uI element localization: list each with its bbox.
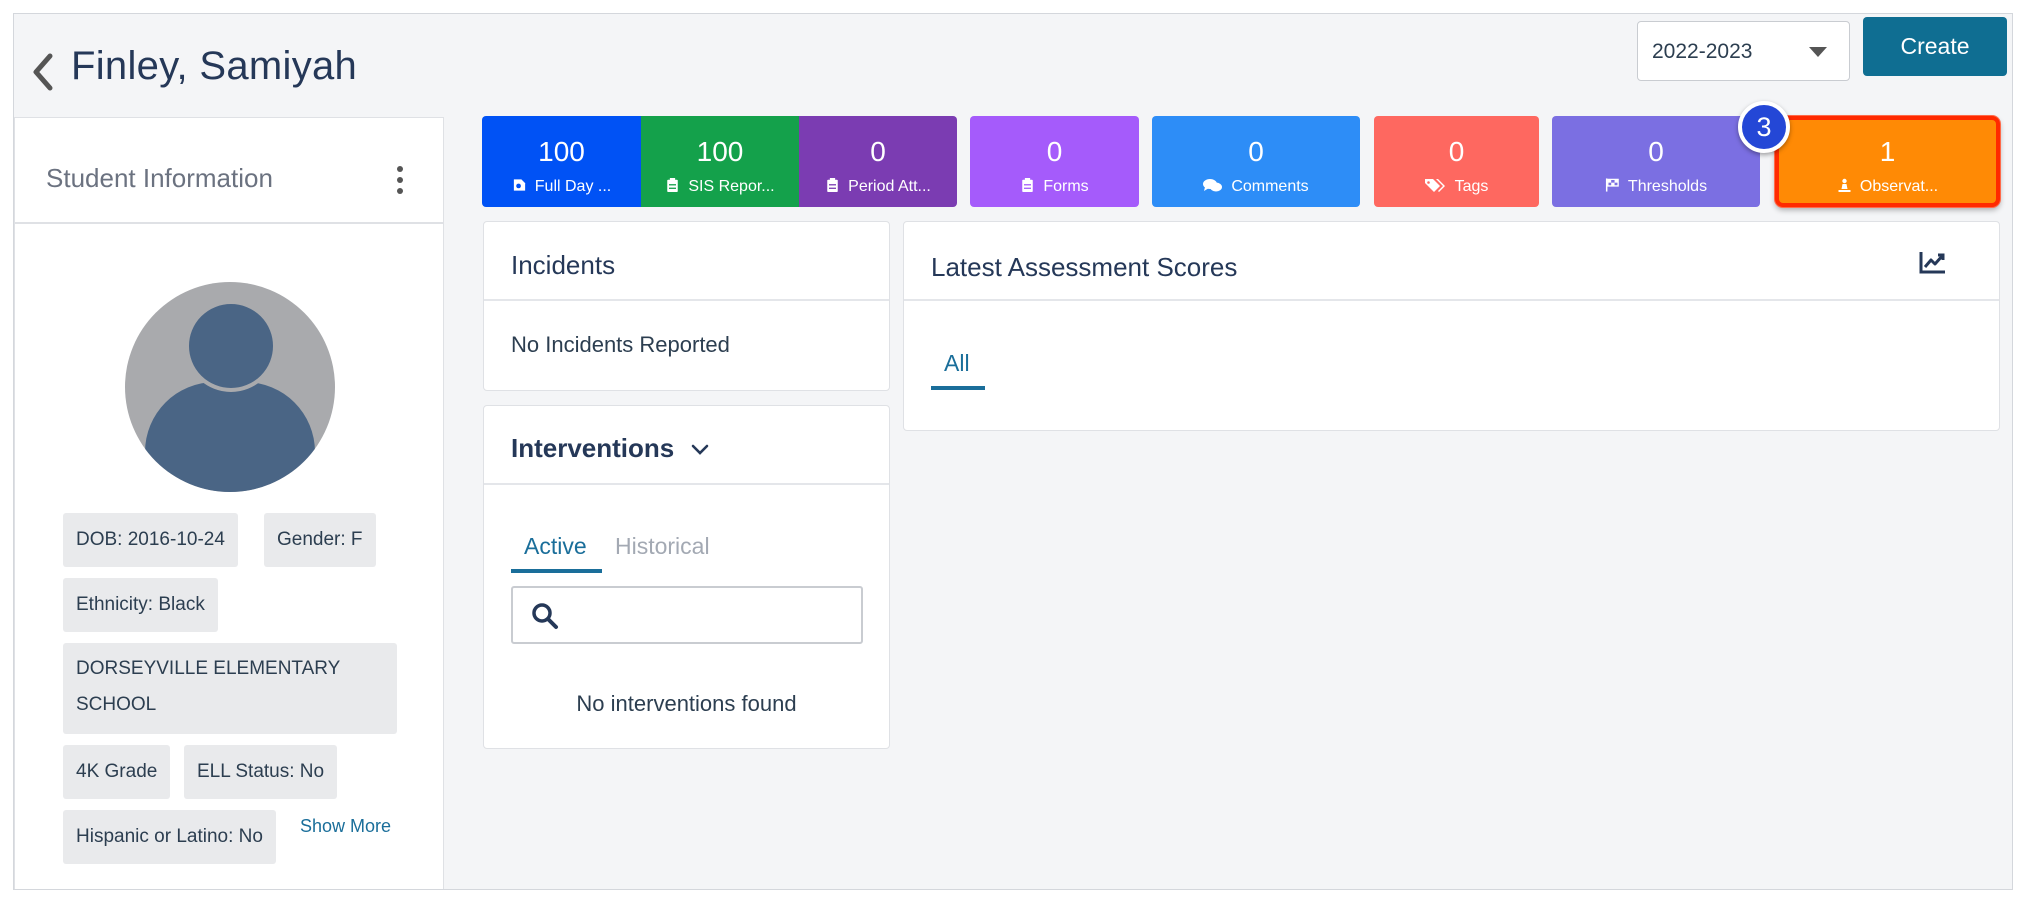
grade-chip: 4K Grade <box>63 745 171 799</box>
search-icon <box>532 603 558 629</box>
tile-comments[interactable]: 0 Comments <box>1152 116 1360 207</box>
tile-label: Full Day ... <box>534 178 612 195</box>
ethnicity-chip: Ethnicity: Black <box>63 578 218 632</box>
ell-chip: ELL Status: No <box>184 745 338 799</box>
clipboard-icon <box>827 178 838 192</box>
tile-label: Thresholds <box>1627 178 1708 195</box>
line-chart-icon[interactable] <box>1919 250 1947 274</box>
student-info-panel: Student Information DOB: 2016-10-24 Gend… <box>14 117 444 889</box>
tile-label: Period Att... <box>848 178 931 195</box>
tab-all-underline <box>931 386 985 390</box>
interventions-empty-message: No interventions found <box>576 691 797 716</box>
interventions-title: Interventions <box>511 433 675 463</box>
gender-chip: Gender: F <box>264 513 376 567</box>
tile-sis-reported[interactable]: 100 SIS Repor... <box>641 116 799 207</box>
tab-all[interactable]: All <box>944 350 970 377</box>
flag-icon <box>1605 178 1619 192</box>
assessment-title: Latest Assessment Scores <box>931 252 1238 282</box>
tile-value: 1 <box>1879 136 1896 167</box>
school-year-value: 2022-2023 <box>1652 40 1753 63</box>
tile-value: 100 <box>538 136 585 167</box>
tile-thresholds[interactable]: 0 Thresholds <box>1552 116 1760 207</box>
tile-label: Comments <box>1231 178 1309 195</box>
app-frame: Finley, Samiyah 2022-2023 Create Student… <box>13 13 2013 890</box>
tile-value: 0 <box>1248 136 1264 167</box>
dob-chip: DOB: 2016-10-24 <box>63 513 238 567</box>
step-badge: 3 <box>1738 101 1790 153</box>
tab-active-underline <box>511 569 602 573</box>
observation-icon <box>1838 178 1851 192</box>
attendance-icon <box>513 179 525 191</box>
show-more-link[interactable]: Show More <box>300 816 391 837</box>
school-year-select[interactable]: 2022-2023 <box>1637 21 1850 81</box>
incidents-card: Incidents No Incidents Reported <box>483 221 890 391</box>
back-arrow-icon[interactable] <box>30 52 56 92</box>
student-info-header: Student Information <box>15 118 443 224</box>
search-input[interactable] <box>573 596 853 636</box>
create-button[interactable]: Create <box>1863 17 2007 76</box>
tile-label: Forms <box>1043 178 1089 195</box>
comments-icon <box>1203 179 1223 192</box>
assessment-scores-card: Latest Assessment Scores All <box>903 221 2000 431</box>
incidents-title: Incidents <box>511 250 616 280</box>
tile-full-day-attendance[interactable]: 100 Full Day ... <box>482 116 641 207</box>
school-chip: DORSEYVILLE ELEMENTARY SCHOOL <box>63 643 397 734</box>
hispanic-chip: Hispanic or Latino: No <box>63 810 276 864</box>
page-title: Finley, Samiyah <box>71 44 358 88</box>
tile-value: 0 <box>1046 136 1063 167</box>
intervention-search[interactable] <box>511 586 863 644</box>
tab-active[interactable]: Active <box>524 533 587 560</box>
tile-period-attendance[interactable]: 0 Period Att... <box>799 116 957 207</box>
avatar <box>125 282 335 492</box>
tab-historical[interactable]: Historical <box>615 533 710 560</box>
tile-value: 0 <box>870 136 886 167</box>
tags-icon <box>1424 179 1445 192</box>
tile-value: 100 <box>696 136 744 167</box>
tile-label: Tags <box>1454 178 1489 195</box>
interventions-toggle[interactable]: Interventions <box>511 433 709 464</box>
student-info-title: Student Information <box>46 163 273 193</box>
clipboard-icon <box>1022 178 1034 192</box>
chevron-down-icon <box>692 444 709 455</box>
tile-value: 0 <box>1648 136 1664 167</box>
clipboard-icon <box>667 178 679 192</box>
tile-value: 0 <box>1448 136 1465 167</box>
tile-observations[interactable]: 1 Observat... <box>1775 116 2000 207</box>
interventions-card: Interventions Active Historical No inter… <box>483 405 890 749</box>
incidents-empty-message: No Incidents Reported <box>511 332 730 357</box>
tile-label: Observat... <box>1859 178 1939 195</box>
tile-forms[interactable]: 0 Forms <box>970 116 1139 207</box>
tile-label: SIS Repor... <box>688 178 775 195</box>
caret-down-icon <box>1809 47 1827 57</box>
tile-tags[interactable]: 0 Tags <box>1374 116 1539 207</box>
more-options-icon[interactable] <box>394 166 406 196</box>
